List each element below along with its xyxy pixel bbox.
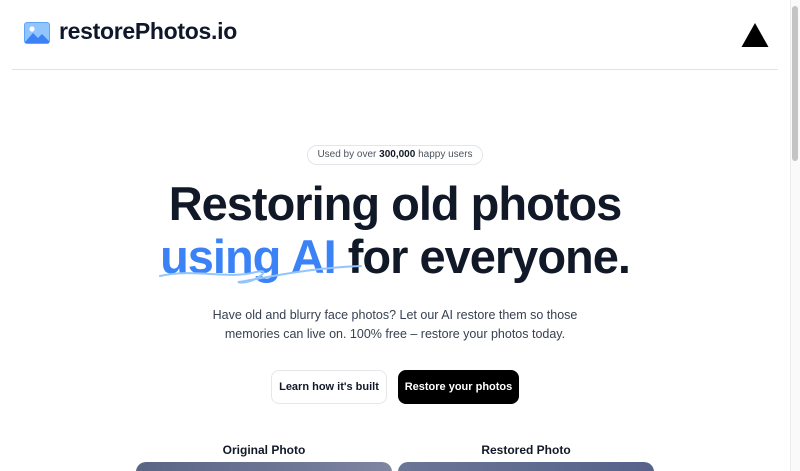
page: restorePhotos.io Used by over 300,000 ha… [0,0,800,471]
learn-how-built-button[interactable]: Learn how it's built [271,370,387,404]
badge-prefix: Used by over [317,149,380,160]
badge-count: 300,000 [379,149,416,160]
brand-name[interactable]: restorePhotos.io [59,18,237,45]
restored-photo [398,462,654,471]
usage-badge: Used by over 300,000 happy users [307,145,483,165]
site-header: restorePhotos.io [12,0,778,70]
original-photo [136,462,392,471]
headline-rest: for everyone. [335,230,631,283]
badge-suffix: happy users [415,149,473,160]
original-photo-label: Original Photo [222,443,306,457]
hero-subtitle: Have old and blurry face photos? Let our… [212,308,578,341]
restored-photo-label: Restored Photo [481,443,571,457]
scrollbar-thumb[interactable] [792,6,798,161]
photo-icon[interactable] [24,22,50,44]
vercel-triangle-icon[interactable] [741,22,769,48]
headline-line1: Restoring old photos [168,177,623,230]
underline-squiggle [159,265,362,284]
restore-photos-button[interactable]: Restore your photos [398,370,519,404]
hero-headline: Restoring old photos using AI for everyo… [0,177,790,283]
scrollbar[interactable] [790,0,800,471]
